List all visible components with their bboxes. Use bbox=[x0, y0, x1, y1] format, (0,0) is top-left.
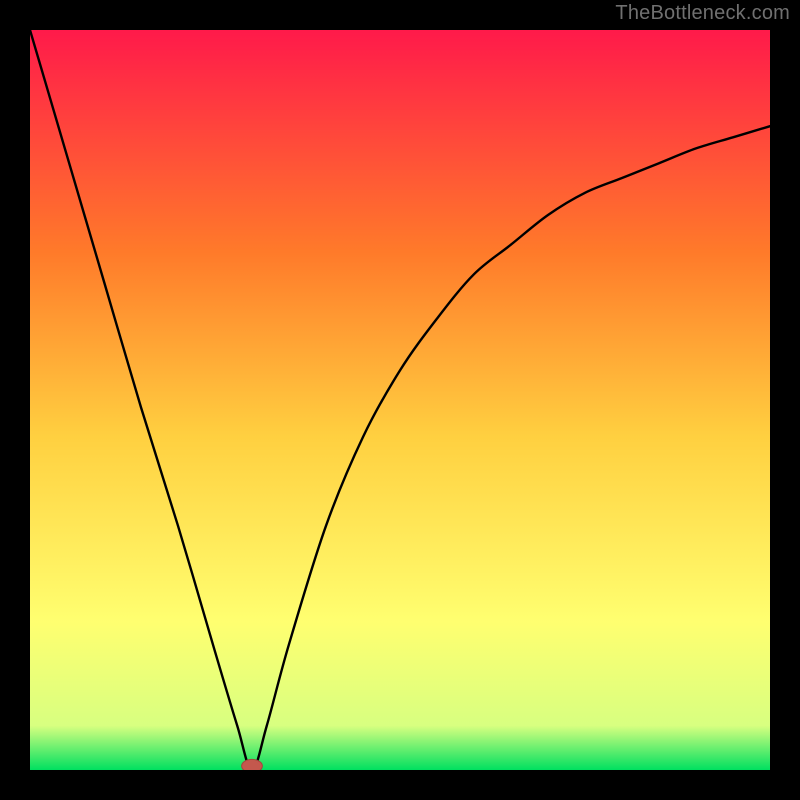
minimum-marker bbox=[242, 759, 263, 770]
chart-frame: TheBottleneck.com bbox=[0, 0, 800, 800]
gradient-background bbox=[30, 30, 770, 770]
watermark-text: TheBottleneck.com bbox=[615, 2, 790, 25]
chart-svg bbox=[30, 30, 770, 770]
plot-area bbox=[30, 30, 770, 770]
